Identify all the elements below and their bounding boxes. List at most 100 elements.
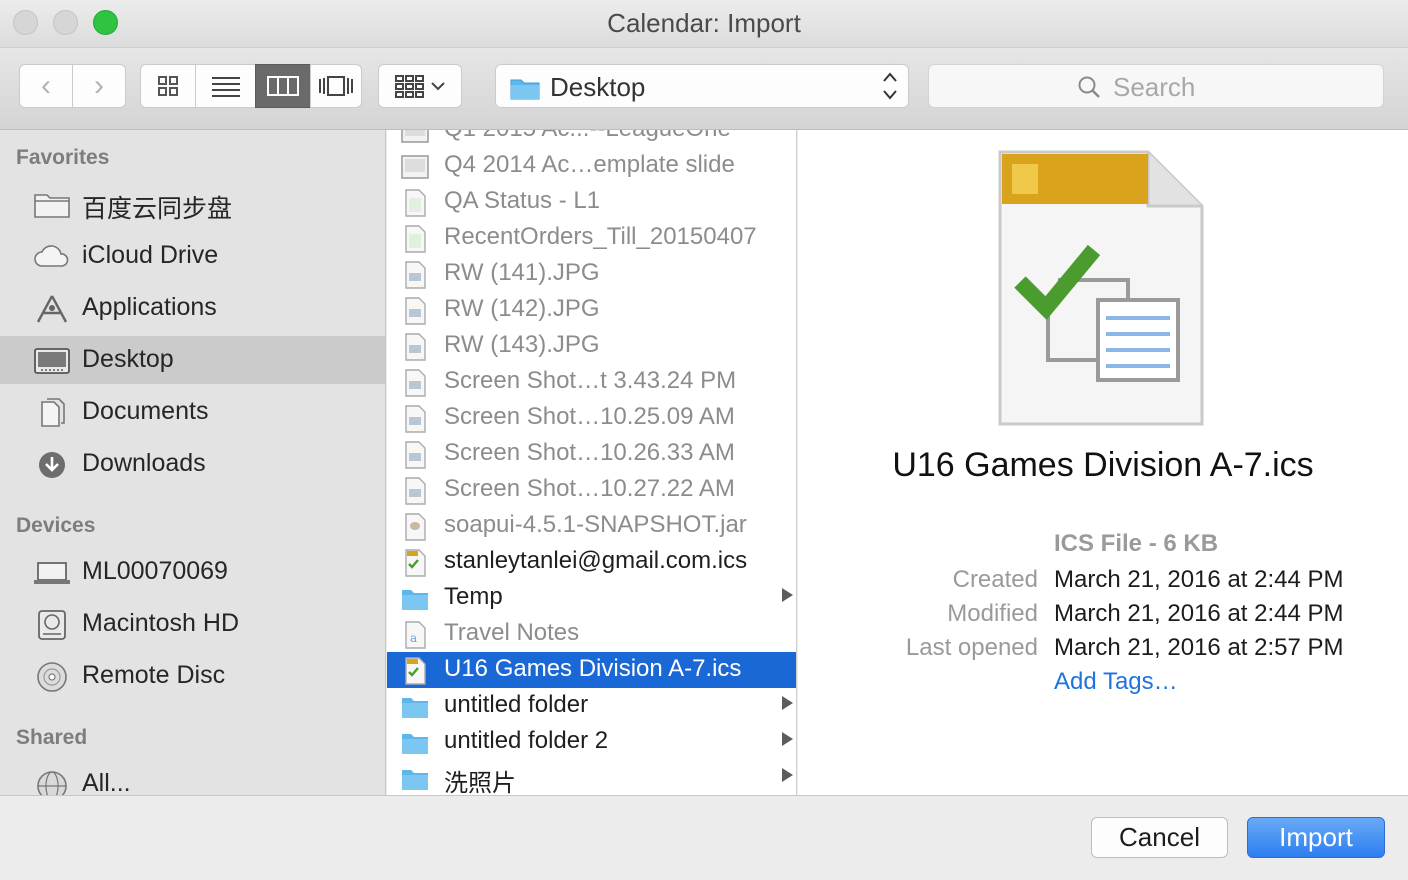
file-name: RW (143).JPG bbox=[444, 331, 600, 358]
add-tags-link[interactable]: Add Tags… bbox=[1054, 668, 1178, 696]
search-field[interactable]: Search bbox=[928, 64, 1384, 108]
jar-file-icon bbox=[401, 513, 429, 541]
bottom-bar: Cancel Import bbox=[0, 795, 1408, 880]
folder-icon bbox=[401, 765, 429, 793]
downloads-icon bbox=[39, 452, 65, 478]
location-label: Desktop bbox=[550, 72, 646, 102]
file-row[interactable]: Q1 2015 Ac...--LeagueOne bbox=[387, 130, 796, 148]
created-label: Created bbox=[952, 566, 1038, 593]
file-row[interactable]: U16 Games Division A-7.ics bbox=[387, 652, 796, 688]
file-row[interactable]: a Travel Notes bbox=[387, 616, 796, 652]
file-name: RecentOrders_Till_20150407 bbox=[444, 223, 757, 250]
file-row[interactable]: stanleytanlei@gmail.com.ics bbox=[387, 544, 796, 580]
file-row[interactable]: RW (141).JPG bbox=[387, 256, 796, 292]
modified-label: Modified bbox=[947, 600, 1038, 627]
devices-header: Devices bbox=[16, 514, 96, 537]
sidebar-item-macintosh-hd[interactable]: Macintosh HD bbox=[0, 600, 385, 648]
sidebar: Favorites 百度云同步盘 iCloud Drive Applicatio… bbox=[0, 130, 386, 795]
search-placeholder: Search bbox=[1113, 72, 1196, 102]
search-icon bbox=[1078, 76, 1100, 98]
preview-file-name: U16 Games Division A-7.ics bbox=[892, 446, 1314, 484]
cover-flow-view-button[interactable] bbox=[310, 64, 362, 108]
sidebar-item-downloads[interactable]: Downloads bbox=[0, 440, 385, 488]
calendar-file-icon bbox=[401, 549, 429, 577]
icon-view-button[interactable] bbox=[140, 64, 196, 108]
desktop-icon bbox=[34, 348, 70, 374]
arrange-grid-icon bbox=[395, 75, 424, 98]
file-name: Q1 2015 Ac...--LeagueOne bbox=[444, 130, 731, 143]
chevron-right-icon: › bbox=[94, 69, 104, 102]
import-button[interactable]: Import bbox=[1247, 817, 1385, 858]
hard-drive-icon bbox=[38, 610, 66, 640]
toolbar: ‹ › Desktop Search bbox=[0, 48, 1408, 130]
folder-row[interactable]: 洗照片 bbox=[387, 760, 796, 795]
location-popup[interactable]: Desktop bbox=[495, 64, 909, 108]
folder-icon bbox=[401, 693, 429, 721]
disclosure-arrow-icon bbox=[782, 588, 793, 602]
file-row[interactable]: RW (143).JPG bbox=[387, 328, 796, 364]
chevron-down-icon bbox=[431, 82, 445, 91]
document-file-icon bbox=[401, 189, 429, 217]
file-row[interactable]: soapui-4.5.1-SNAPSHOT.jar bbox=[387, 508, 796, 544]
calendar-file-icon bbox=[401, 657, 429, 685]
image-file-icon bbox=[401, 333, 429, 361]
svg-text:a: a bbox=[410, 631, 417, 645]
last-opened-label: Last opened bbox=[905, 634, 1038, 661]
file-row[interactable]: Screen Shot…10.27.22 AM bbox=[387, 472, 796, 508]
file-row[interactable]: Screen Shot…t 3.43.24 PM bbox=[387, 364, 796, 400]
list-view-button[interactable] bbox=[195, 64, 256, 108]
file-row[interactable]: RW (142).JPG bbox=[387, 292, 796, 328]
file-list-column[interactable]: Q1 2015 Ac...--LeagueOne Q4 2014 Ac…empla… bbox=[387, 130, 797, 795]
sidebar-item-label: Downloads bbox=[82, 449, 206, 477]
file-name: Screen Shot…10.27.22 AM bbox=[444, 475, 735, 502]
sidebar-item-label: All... bbox=[82, 769, 131, 795]
documents-icon bbox=[41, 398, 65, 427]
sidebar-item-label: Remote Disc bbox=[82, 661, 226, 689]
favorites-header: Favorites bbox=[16, 146, 110, 169]
file-name: Screen Shot…10.26.33 AM bbox=[444, 439, 735, 466]
file-name: U16 Games Division A-7.ics bbox=[444, 655, 742, 682]
updown-arrows-icon bbox=[882, 71, 898, 104]
cloud-icon bbox=[34, 245, 69, 267]
column-view-button[interactable] bbox=[255, 64, 311, 108]
file-name: untitled folder 2 bbox=[444, 727, 609, 754]
sidebar-item-all-shared[interactable]: All... bbox=[0, 760, 385, 795]
folder-row[interactable]: untitled folder 2 bbox=[387, 724, 796, 760]
chevron-left-icon: ‹ bbox=[41, 69, 51, 102]
file-row[interactable]: QA Status - L1 bbox=[387, 184, 796, 220]
sidebar-item-desktop[interactable]: Desktop bbox=[0, 336, 385, 384]
sidebar-item-remote-disc[interactable]: Remote Disc bbox=[0, 652, 385, 700]
file-row[interactable]: Screen Shot…10.25.09 AM bbox=[387, 400, 796, 436]
cancel-button[interactable]: Cancel bbox=[1091, 817, 1228, 858]
title-bar: Calendar: Import bbox=[0, 0, 1408, 48]
image-file-icon bbox=[401, 405, 429, 433]
sidebar-item-label: Applications bbox=[82, 293, 217, 321]
folder-row[interactable]: untitled folder bbox=[387, 688, 796, 724]
sidebar-item-applications[interactable]: Applications bbox=[0, 284, 385, 332]
sidebar-item-icloud-drive[interactable]: iCloud Drive bbox=[0, 232, 385, 280]
image-file-icon bbox=[401, 477, 429, 505]
file-name: Q4 2014 Ac…emplate slide bbox=[444, 151, 735, 178]
sidebar-item-ml00070069[interactable]: ML00070069 bbox=[0, 548, 385, 596]
back-button[interactable]: ‹ bbox=[19, 64, 73, 108]
folder-icon bbox=[401, 729, 429, 757]
file-row[interactable]: Screen Shot…10.26.33 AM bbox=[387, 436, 796, 472]
file-row[interactable]: Q4 2014 Ac…emplate slide bbox=[387, 148, 796, 184]
applications-icon bbox=[36, 295, 68, 323]
image-file-icon bbox=[401, 369, 429, 397]
sidebar-item-baidu[interactable]: 百度云同步盘 bbox=[0, 180, 385, 228]
forward-button[interactable]: › bbox=[72, 64, 126, 108]
sidebar-item-label: Macintosh HD bbox=[82, 609, 239, 637]
created-value: March 21, 2016 at 2:44 PM bbox=[1054, 566, 1344, 593]
file-name: soapui-4.5.1-SNAPSHOT.jar bbox=[444, 511, 747, 538]
file-row[interactable]: RecentOrders_Till_20150407 bbox=[387, 220, 796, 256]
last-opened-value: March 21, 2016 at 2:57 PM bbox=[1054, 634, 1344, 661]
folder-row[interactable]: Temp bbox=[387, 580, 796, 616]
arrange-button[interactable] bbox=[378, 64, 462, 108]
file-name: Travel Notes bbox=[444, 619, 580, 646]
document-file-icon bbox=[401, 225, 429, 253]
sidebar-item-documents[interactable]: Documents bbox=[0, 388, 385, 436]
ics-file-icon bbox=[998, 150, 1204, 426]
image-file-icon bbox=[401, 297, 429, 325]
sidebar-item-label: iCloud Drive bbox=[82, 241, 219, 269]
